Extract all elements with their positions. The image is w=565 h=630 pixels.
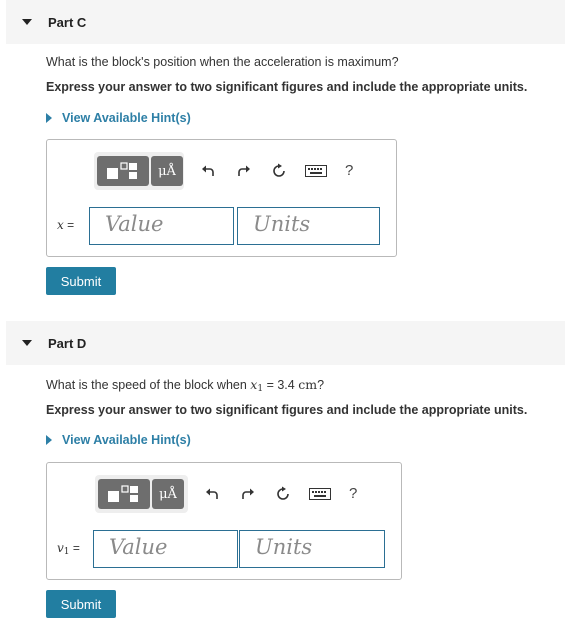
collapse-triangle-icon[interactable] [22,19,32,25]
edit-tools: ? [201,162,353,179]
part-d-title: Part D [48,335,87,351]
part-c-title: Part C [48,14,87,30]
part-d-hint-link[interactable]: View Available Hint(s) [46,433,191,447]
redo-icon[interactable] [237,164,251,178]
expand-triangle-icon [46,435,52,445]
redo-icon[interactable] [241,487,255,501]
edit-tools: ? [205,485,357,502]
templates-button[interactable] [97,156,149,186]
units-button[interactable]: μÅ [152,479,184,509]
part-d-instructions: Express your answer to two significant f… [46,403,528,417]
math-toolbar: μÅ [95,475,188,513]
part-c-instructions: Express your answer to two significant f… [46,80,528,94]
help-icon[interactable]: ? [349,485,357,502]
value-input[interactable]: Value [93,530,238,568]
math-toolbar: μÅ [94,152,184,190]
units-button[interactable]: μÅ [151,156,183,186]
help-icon[interactable]: ? [345,162,353,179]
units-icon: μÅ [159,486,177,502]
undo-icon[interactable] [205,487,219,501]
part-c-submit-button[interactable]: Submit [46,267,116,295]
units-icon: μÅ [158,163,176,179]
hint-label: View Available Hint(s) [62,111,191,125]
v1-variable-label: v1 = [57,541,80,557]
templates-button[interactable] [98,479,150,509]
part-d-question: What is the speed of the block when x1 =… [46,377,325,394]
part-c-question: What is the block's position when the ac… [46,55,399,69]
reset-icon[interactable] [275,486,291,502]
units-input[interactable]: Units [237,207,380,245]
part-c-header[interactable]: Part C [6,0,565,44]
part-d-answer-box: μÅ ? v1 = Value Units [46,462,402,580]
part-c-hint-link[interactable]: View Available Hint(s) [46,111,191,125]
collapse-triangle-icon[interactable] [22,340,32,346]
undo-icon[interactable] [201,164,215,178]
templates-icon [108,485,138,502]
hint-label: View Available Hint(s) [62,433,191,447]
keyboard-icon[interactable] [305,164,327,177]
expand-triangle-icon [46,113,52,123]
value-input[interactable]: Value [89,207,234,245]
part-d-submit-button[interactable]: Submit [46,590,116,618]
part-d-header[interactable]: Part D [6,321,565,365]
keyboard-icon[interactable] [309,487,331,500]
x-variable-label: x = [57,218,75,232]
part-c-answer-box: μÅ ? x = Value Units [46,139,397,257]
reset-icon[interactable] [271,163,287,179]
units-input[interactable]: Units [239,530,385,568]
templates-icon [107,162,137,179]
